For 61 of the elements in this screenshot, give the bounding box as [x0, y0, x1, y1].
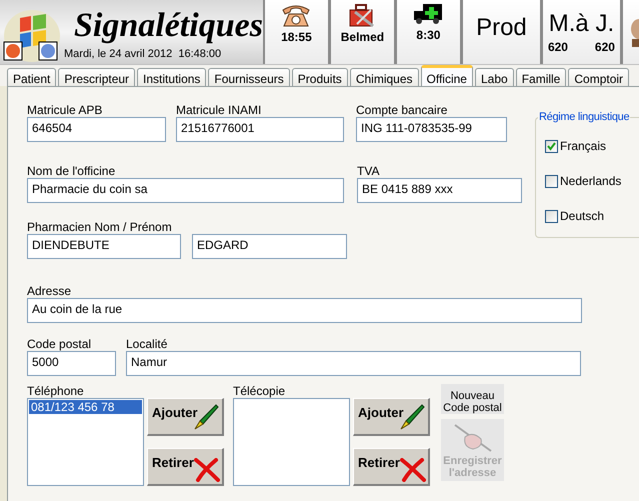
checkbox[interactable] [545, 210, 558, 222]
text-field[interactable]: 21516776001 [176, 117, 344, 142]
add-button[interactable]: Ajouter [147, 398, 224, 436]
tab[interactable]: Comptoir [568, 68, 630, 86]
toolbar-button[interactable] [620, 0, 639, 64]
text-field[interactable]: Pharmacie du coin sa [27, 178, 344, 203]
tab[interactable]: Famille [516, 68, 566, 86]
field-label: Adresse [27, 284, 72, 298]
field-label: TVA [357, 164, 380, 178]
checkbox[interactable] [545, 174, 558, 188]
checkbox-label: Nederlands [560, 174, 622, 188]
text-field[interactable]: ING 111-0783535-99 [356, 117, 507, 142]
tab[interactable]: Produits [292, 68, 348, 86]
field-label: Télécopie [233, 384, 286, 398]
field-label: Code postal [27, 337, 92, 351]
field-label: Téléphone [27, 384, 85, 398]
remove-button[interactable]: Retirer [147, 448, 224, 486]
tab[interactable]: Institutions [137, 68, 206, 86]
tab[interactable]: Labo [474, 68, 514, 86]
checkbox-label: Français [560, 139, 606, 153]
tab[interactable]: Chimiques [350, 68, 419, 86]
field-label: Localité [126, 337, 168, 351]
update-count: 620 [594, 39, 615, 56]
new-postcode-button[interactable]: Nouveau Code postal [441, 384, 504, 414]
ambulance-icon [413, 2, 444, 26]
checkbox-label: Deutsch [560, 209, 604, 223]
group-title: Régime linguistique [538, 110, 630, 124]
tab[interactable]: Officine [420, 65, 473, 86]
date-text: Mardi, le 24 avril 2012 16:48:00 [63, 48, 222, 61]
remove-button[interactable]: Retirer [353, 448, 430, 486]
tab[interactable]: Fournisseurs [208, 68, 290, 86]
field-label: Matricule INAMI [176, 103, 262, 117]
field-label: Pharmacien Nom / Prénom [27, 220, 173, 234]
field-label: Nom de l'officine [27, 164, 116, 178]
toolbar-button[interactable]: 18:55 [262, 0, 329, 64]
text-field[interactable]: BE 0415 889 xxx [357, 178, 522, 203]
field-label: Compte bancaire [356, 103, 448, 117]
page-title: Signalétiques [73, 6, 263, 46]
cross-icon [400, 458, 426, 482]
text-field[interactable]: Namur [126, 351, 581, 376]
list-item[interactable]: 081/123 456 78 [29, 400, 142, 414]
update-count: 620 [548, 39, 568, 56]
field-label: Matricule APB [27, 103, 104, 117]
tab[interactable]: Patient [7, 68, 56, 86]
text-field[interactable]: 646504 [27, 117, 166, 142]
update-label: M.à J. [548, 10, 614, 38]
add-button[interactable]: Ajouter [353, 398, 430, 436]
list-box[interactable] [233, 398, 350, 486]
text-field[interactable]: Au coin de la rue [27, 298, 582, 323]
list-box[interactable]: 081/123 456 78 [27, 398, 144, 486]
tab[interactable]: Prescripteur [58, 68, 136, 86]
toolbar-button[interactable]: 8:30 [394, 0, 461, 64]
text-field[interactable]: 5000 [27, 351, 116, 376]
text-field[interactable]: DIENDEBUTE [27, 234, 181, 259]
cross-icon [194, 458, 220, 482]
toolbar-button[interactable]: Prod [460, 0, 541, 64]
figure-icon [628, 17, 639, 47]
checkbox[interactable] [545, 140, 558, 152]
toolbar-button[interactable]: M.à J. 620 620 [540, 0, 621, 64]
text-field[interactable]: EDGARD [192, 234, 347, 259]
toolbar-button[interactable]: Belmed [328, 0, 395, 64]
